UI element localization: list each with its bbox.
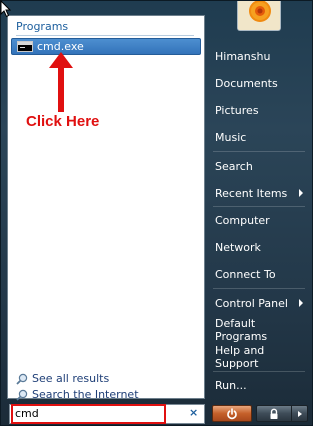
search-internet-label: Search the Internet [32, 388, 139, 401]
chevron-right-icon [297, 410, 302, 417]
nav-item-label: Documents [215, 76, 278, 90]
search-results-pane: Programs cmd.exe Click Here See all resu… [7, 15, 205, 401]
nav-item-label: Himanshu [215, 49, 271, 63]
nav-item-documents[interactable]: Documents [209, 72, 307, 94]
nav-item-label: Run... [215, 378, 247, 392]
search-highlight-annotation [11, 404, 166, 424]
shutdown-options-button[interactable] [292, 405, 308, 422]
nav-item-control-panel[interactable]: Control Panel [209, 292, 307, 314]
click-here-annotation: Click Here [26, 113, 100, 130]
nav-item-pictures[interactable]: Pictures [209, 99, 307, 121]
mouse-cursor-icon [0, 0, 12, 18]
search-icon [16, 373, 28, 385]
nav-divider [213, 371, 305, 372]
nav-item-label: Connect To [215, 267, 276, 281]
nav-item-label: Music [215, 130, 247, 144]
lock-icon [270, 408, 278, 419]
search-icon [16, 389, 28, 401]
power-icon [227, 407, 237, 419]
program-result-cmd[interactable]: cmd.exe [11, 38, 201, 55]
programs-section-header: Programs [16, 20, 69, 33]
flower-icon [238, 1, 280, 30]
see-all-results-label: See all results [32, 372, 110, 385]
chevron-right-icon [299, 189, 303, 197]
search-internet-link[interactable]: Search the Internet [16, 388, 139, 401]
nav-item-music[interactable]: Music [209, 126, 307, 148]
clear-search-icon[interactable]: × [189, 406, 198, 419]
see-all-results-link[interactable]: See all results [16, 372, 109, 385]
nav-item-label: Network [215, 240, 261, 254]
user-picture[interactable] [237, 1, 281, 31]
start-menu: Programs cmd.exe Click Here See all resu… [0, 0, 313, 426]
lock-button[interactable] [256, 405, 292, 422]
red-arrow-annotation [49, 52, 73, 112]
nav-divider [213, 151, 305, 152]
nav-item-network[interactable]: Network [209, 236, 307, 258]
nav-divider [213, 206, 305, 207]
nav-item-computer[interactable]: Computer [209, 209, 307, 231]
nav-item-help-support[interactable]: Help and Support [209, 344, 307, 370]
nav-item-run[interactable]: Run... [209, 374, 307, 396]
power-button[interactable] [212, 405, 252, 422]
nav-item-search[interactable]: Search [209, 155, 307, 177]
chevron-right-icon [299, 299, 303, 307]
nav-item-label: Computer [215, 213, 270, 227]
nav-divider [213, 288, 305, 289]
nav-item-connect-to[interactable]: Connect To [209, 263, 307, 285]
nav-item-label: Control Panel [215, 296, 288, 310]
nav-item-user[interactable]: Himanshu [209, 45, 307, 67]
nav-item-label: Search [215, 159, 253, 173]
nav-item-label: Help and Support [215, 344, 265, 370]
section-divider [16, 35, 194, 36]
nav-item-recent-items[interactable]: Recent Items [209, 182, 307, 204]
nav-item-label: Pictures [215, 103, 259, 117]
nav-item-default-programs[interactable]: Default Programs [209, 317, 307, 343]
nav-item-label: Default Programs [215, 317, 268, 343]
command-prompt-icon [17, 41, 33, 52]
nav-item-label: Recent Items [215, 186, 288, 200]
